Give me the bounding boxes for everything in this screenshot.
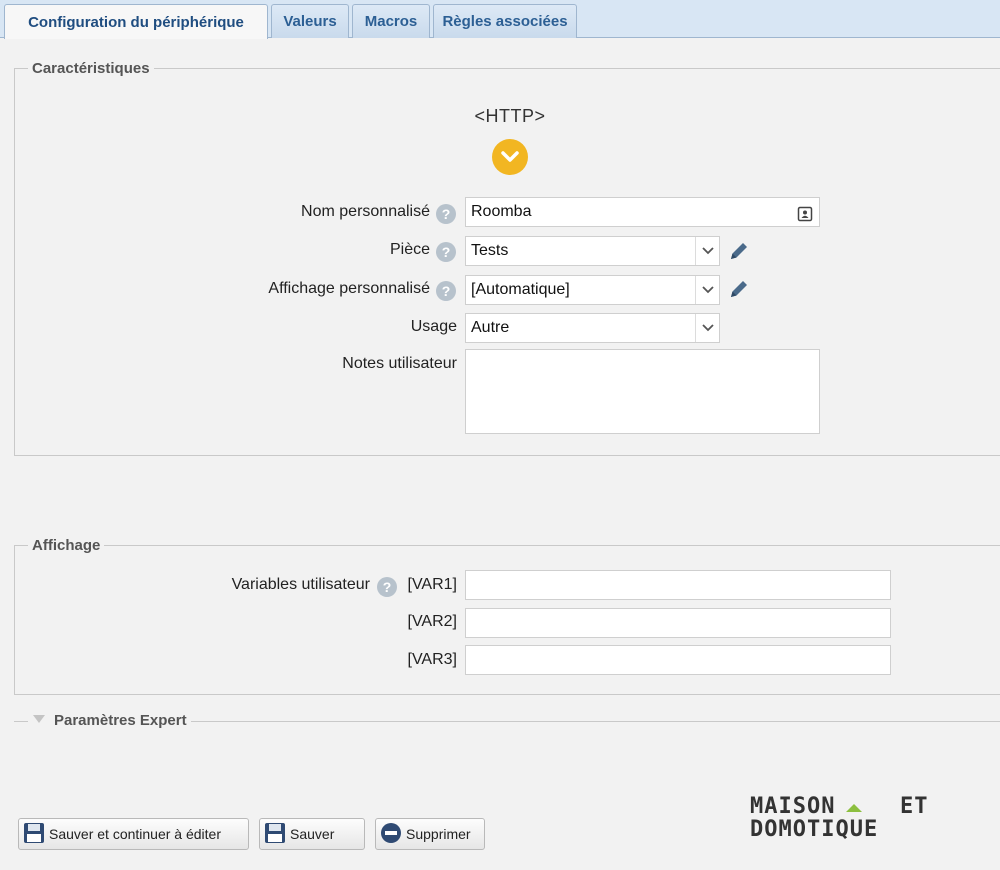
var3-input[interactable] (465, 645, 891, 675)
device-type-dropdown-icon[interactable] (492, 139, 528, 175)
save-button[interactable]: Sauver (259, 818, 365, 850)
usage-value: Autre (471, 319, 510, 336)
var2-label: [VAR2] (407, 613, 458, 630)
tab-device-configuration[interactable]: Configuration du périphérique (4, 4, 268, 39)
edit-display-pencil-icon[interactable] (727, 277, 751, 301)
custom-display-label: Affichage personnalisé (268, 280, 430, 297)
help-icon[interactable]: ? (377, 577, 397, 597)
custom-name-input[interactable]: Roomba (465, 197, 820, 227)
floppy-disk-icon (23, 822, 45, 847)
chevron-down-icon (695, 276, 719, 304)
chevron-down-icon (695, 314, 719, 342)
minus-circle-icon (380, 822, 402, 847)
room-select[interactable]: Tests (465, 236, 720, 266)
user-notes-textarea[interactable] (465, 349, 820, 434)
help-icon[interactable]: ? (436, 242, 456, 262)
contact-card-icon[interactable] (797, 204, 813, 232)
tab-bar: Configuration du périphérique Valeurs Ma… (0, 0, 1000, 39)
custom-name-label: Nom personnalisé (301, 203, 430, 220)
custom-name-value: Roomba (471, 203, 532, 220)
user-variables-label: Variables utilisateur (231, 576, 370, 593)
var1-input[interactable] (465, 570, 891, 600)
usage-select[interactable]: Autre (465, 313, 720, 343)
var3-label: [VAR3] (407, 651, 458, 668)
chevron-down-icon (695, 237, 719, 265)
maison-et-domotique-logo: MAISON ET DOMOTIQUE (750, 792, 960, 842)
custom-display-value: [Automatique] (471, 281, 570, 298)
custom-display-select[interactable]: [Automatique] (465, 275, 720, 305)
expert-section-toggle[interactable]: Paramètres Expert (28, 711, 191, 729)
floppy-disk-icon (264, 822, 286, 847)
room-value: Tests (471, 242, 509, 259)
var2-input[interactable] (465, 608, 891, 638)
tab-associated-rules[interactable]: Règles associées (433, 4, 577, 38)
display-legend: Affichage (28, 537, 105, 554)
svg-text:MAISON: MAISON (750, 794, 835, 819)
help-icon[interactable]: ? (436, 281, 456, 301)
usage-label: Usage (410, 318, 457, 335)
expert-legend: Paramètres Expert (54, 711, 187, 729)
var1-label: [VAR1] (407, 576, 458, 593)
tab-values[interactable]: Valeurs (271, 4, 349, 38)
characteristics-legend: Caractéristiques (28, 60, 154, 77)
device-type-label: <HTTP> (474, 106, 546, 126)
user-notes-label: Notes utilisateur (342, 355, 457, 372)
svg-text:DOMOTIQUE: DOMOTIQUE (750, 817, 878, 840)
help-icon[interactable]: ? (436, 204, 456, 224)
svg-text:ET: ET (900, 794, 929, 819)
tab-macros[interactable]: Macros (352, 4, 430, 38)
edit-room-pencil-icon[interactable] (727, 239, 751, 263)
triangle-down-icon (32, 711, 46, 729)
room-label: Pièce (389, 241, 430, 258)
delete-button[interactable]: Supprimer (375, 818, 485, 850)
save-and-continue-button[interactable]: Sauver et continuer à éditer (18, 818, 249, 850)
